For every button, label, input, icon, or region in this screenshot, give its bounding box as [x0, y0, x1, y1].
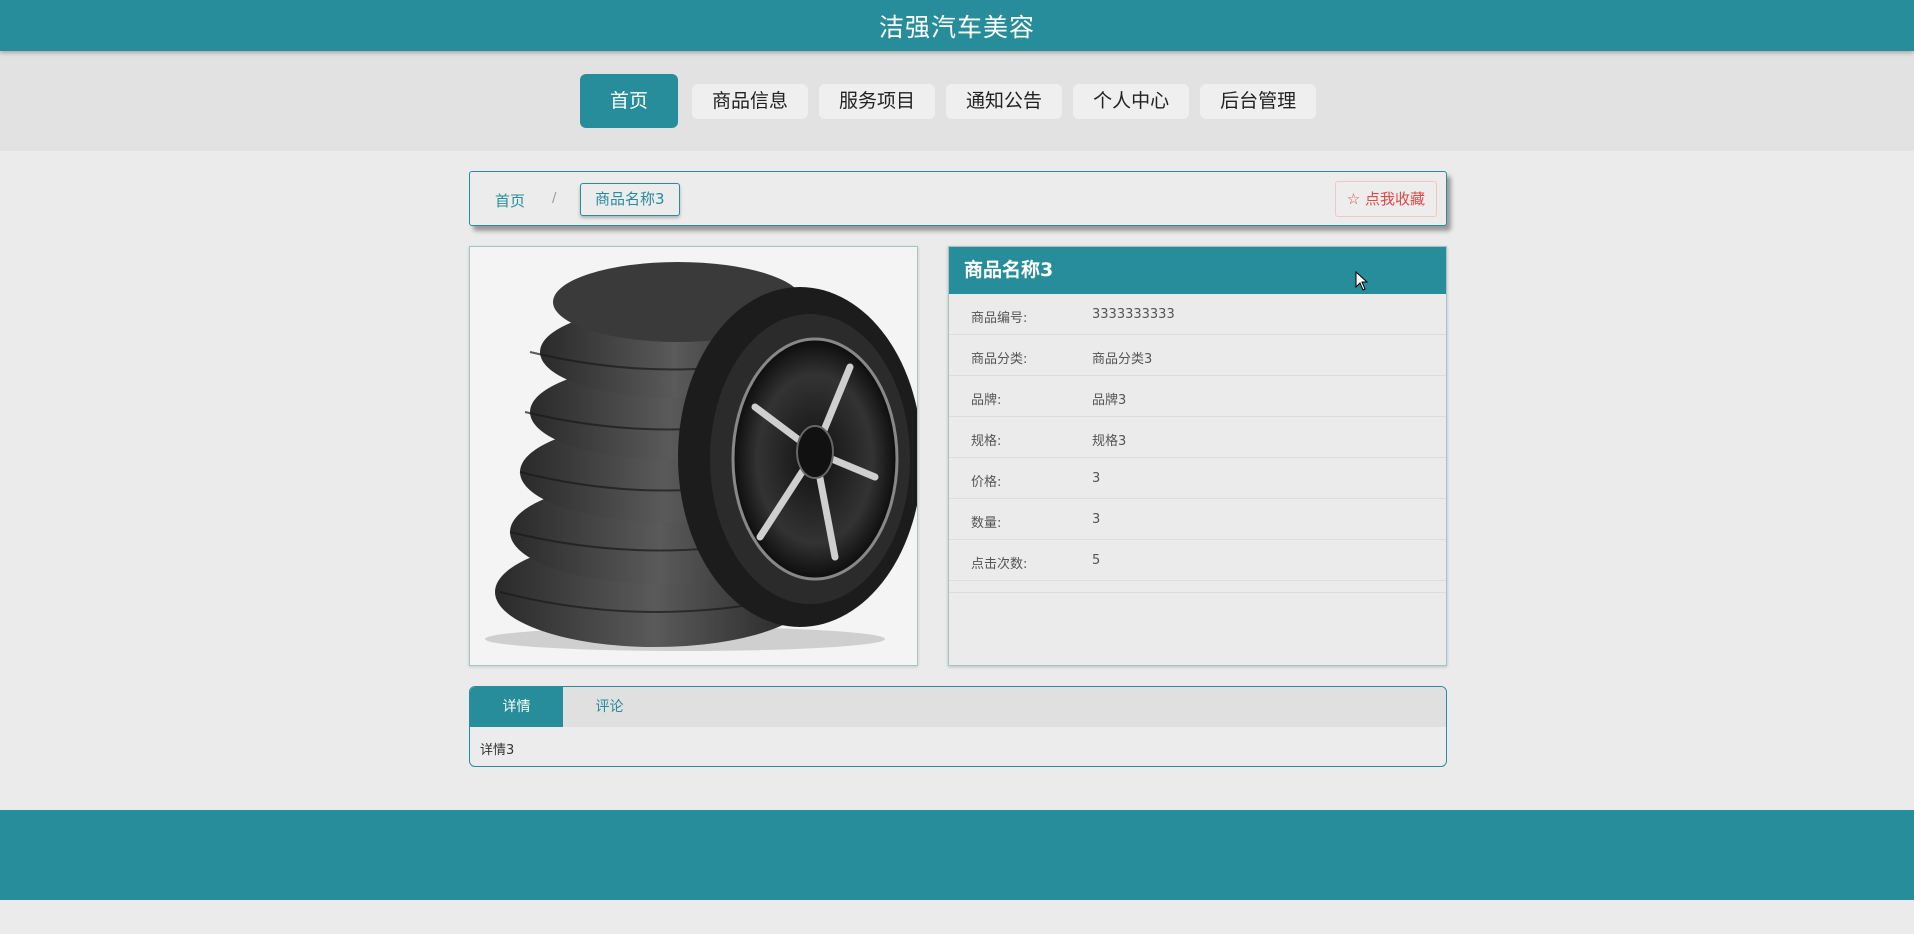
site-header: 洁强汽车美容 [0, 0, 1914, 51]
tire-image [470, 247, 917, 665]
info-row-brand: 品牌: 品牌3 [949, 376, 1446, 417]
tabs-header: 详情 评论 [470, 687, 1446, 727]
info-row-spacer [949, 581, 1446, 593]
info-label: 规格: [971, 434, 1002, 449]
mouse-cursor-icon [1355, 271, 1369, 291]
product-title: 商品名称3 [949, 247, 1446, 294]
info-label: 商品分类: [971, 352, 1028, 367]
favorite-button[interactable]: ☆ 点我收藏 [1334, 181, 1437, 217]
info-value: 规格3 [1092, 434, 1127, 449]
site-title: 洁强汽车美容 [878, 12, 1035, 42]
tab-comments[interactable]: 评论 [563, 687, 656, 727]
info-row-category: 商品分类: 商品分类3 [949, 335, 1446, 376]
info-value: 品牌3 [1092, 393, 1127, 408]
info-row-clicks: 点击次数: 5 [949, 540, 1446, 581]
tab-details[interactable]: 详情 [470, 687, 563, 727]
nav-item-products[interactable]: 商品信息 [692, 83, 809, 119]
info-label: 数量: [971, 516, 1002, 531]
nav-band: 首页 商品信息 服务项目 通知公告 个人中心 后台管理 [0, 51, 1914, 151]
nav-item-profile[interactable]: 个人中心 [1073, 83, 1190, 119]
nav-item-home[interactable]: 首页 [580, 74, 679, 128]
product-image [469, 246, 918, 666]
info-value: 3333333333 [1092, 307, 1175, 322]
info-row-quantity: 数量: 3 [949, 499, 1446, 540]
tab-content: 详情3 [480, 743, 515, 758]
info-value: 3 [1092, 512, 1101, 527]
nav-item-notices[interactable]: 通知公告 [946, 83, 1063, 119]
info-label: 价格: [971, 475, 1002, 490]
breadcrumb-current: 商品名称3 [580, 183, 680, 216]
breadcrumb: 首页 / 商品名称3 ☆ 点我收藏 [469, 171, 1447, 226]
info-label: 商品编号: [971, 311, 1028, 326]
product-info-panel: 商品名称3 商品编号: 3333333333 商品分类: 商品分类3 品牌: 品… [948, 246, 1447, 666]
site-footer [0, 810, 1914, 900]
nav-item-services[interactable]: 服务项目 [819, 83, 936, 119]
nav-item-admin[interactable]: 后台管理 [1200, 83, 1317, 119]
info-row-code: 商品编号: 3333333333 [949, 294, 1446, 335]
breadcrumb-home-link[interactable]: 首页 [495, 190, 525, 211]
main-nav: 首页 商品信息 服务项目 通知公告 个人中心 后台管理 [580, 74, 1327, 128]
info-row-spec: 规格: 规格3 [949, 417, 1446, 458]
info-value: 商品分类3 [1092, 352, 1153, 367]
detail-tabs: 详情 评论 详情3 [469, 686, 1447, 767]
info-value: 5 [1092, 553, 1101, 568]
info-label: 点击次数: [971, 557, 1028, 572]
breadcrumb-separator: / [552, 191, 557, 206]
info-value: 3 [1092, 471, 1101, 486]
info-label: 品牌: [971, 393, 1002, 408]
info-row-price: 价格: 3 [949, 458, 1446, 499]
